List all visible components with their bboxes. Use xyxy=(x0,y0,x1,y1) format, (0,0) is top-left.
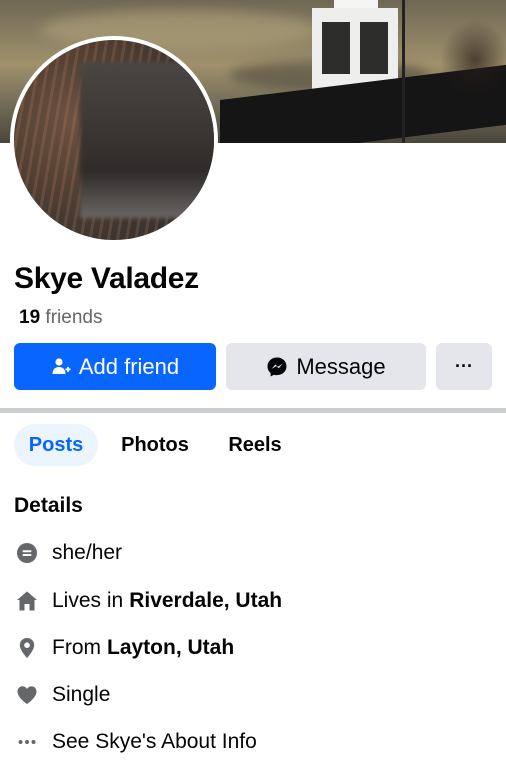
tab-reels[interactable]: Reels xyxy=(218,424,292,466)
profile-name: Skye Valadez xyxy=(14,262,199,295)
tab-photos[interactable]: Photos xyxy=(110,424,200,466)
about-info-text: See Skye's About Info xyxy=(52,730,257,753)
messenger-icon xyxy=(267,357,287,376)
add-friend-label: Add friend xyxy=(78,353,180,379)
friends-count-label: friends xyxy=(45,307,103,328)
more-options-button[interactable]: ··· xyxy=(436,343,492,390)
heart-icon xyxy=(14,682,40,708)
speech-bubble-icon xyxy=(14,540,40,566)
see-about-info-link[interactable]: See Skye's About Info xyxy=(14,727,257,757)
detail-relationship: Single xyxy=(14,680,110,710)
profile-page: Skye Valadez 19 friends Add friend Messa… xyxy=(0,0,506,768)
steeple-window xyxy=(360,22,388,74)
from-place[interactable]: Layton, Utah xyxy=(107,636,234,660)
home-icon xyxy=(14,588,40,614)
add-person-icon xyxy=(52,357,71,374)
message-label: Message xyxy=(296,353,386,379)
tab-posts[interactable]: Posts xyxy=(14,424,98,466)
detail-pronouns: she/her xyxy=(14,538,122,568)
message-button[interactable]: Message xyxy=(226,343,426,390)
location-pin-icon xyxy=(14,635,40,661)
pole xyxy=(402,0,405,143)
section-divider xyxy=(0,408,506,413)
details-heading: Details xyxy=(14,494,83,517)
lives-in-prefix: Lives in xyxy=(52,589,124,612)
friends-count[interactable]: 19 friends xyxy=(19,307,102,329)
more-dots-icon: ··· xyxy=(455,356,473,376)
from-prefix: From xyxy=(52,636,101,659)
avatar-photo xyxy=(14,40,214,240)
pronouns-text: she/her xyxy=(52,541,123,564)
avatar-blurred-face xyxy=(80,62,214,218)
more-dots-icon xyxy=(14,729,40,755)
add-friend-button[interactable]: Add friend xyxy=(14,343,216,390)
relationship-text: Single xyxy=(52,683,111,706)
tree-silhouette xyxy=(440,20,506,100)
detail-from: From Layton, Utah xyxy=(14,633,234,663)
steeple-window xyxy=(322,22,350,74)
profile-avatar[interactable] xyxy=(10,36,218,244)
lives-in-place[interactable]: Riverdale, Utah xyxy=(129,589,282,613)
detail-lives-in: Lives in Riverdale, Utah xyxy=(14,586,282,616)
friends-count-number: 19 xyxy=(19,307,41,328)
